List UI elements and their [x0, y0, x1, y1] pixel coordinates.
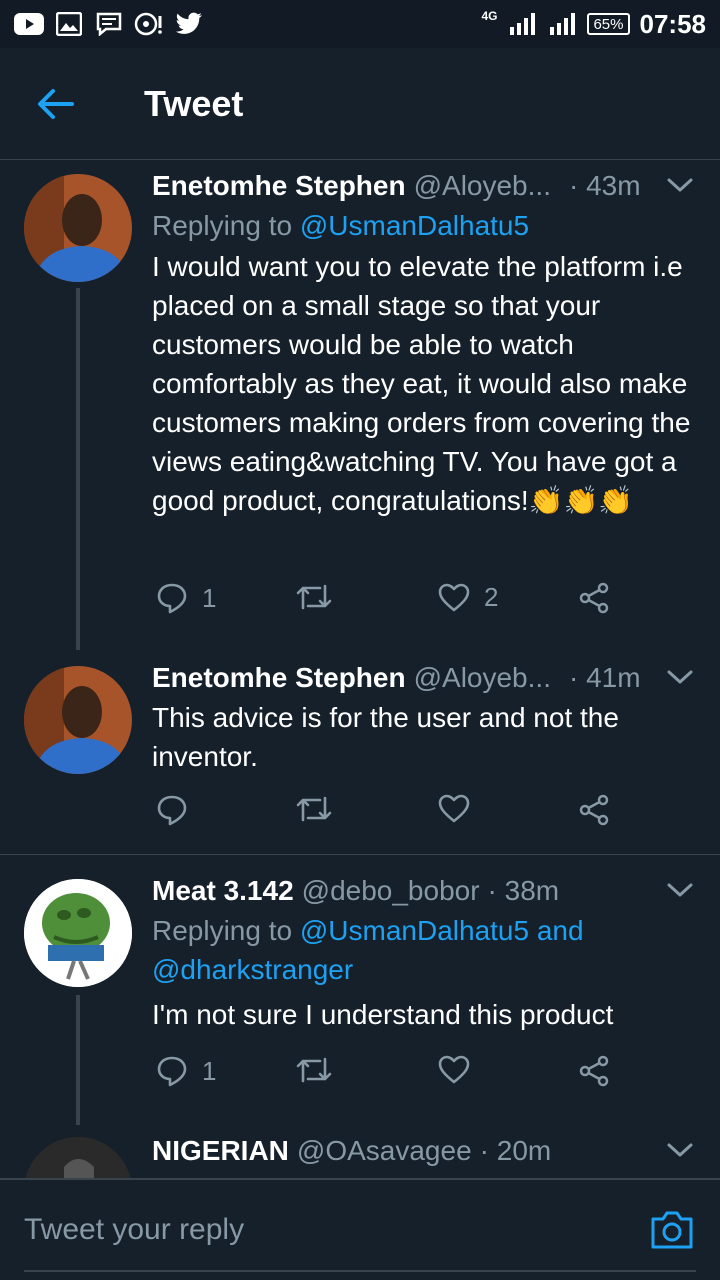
back-button[interactable] [0, 48, 110, 160]
battery-indicator: 65% [587, 13, 630, 35]
reply-icon [157, 1056, 187, 1087]
arrow-left-icon [38, 88, 74, 119]
tweet-body: NIGERIAN @OAsavagee · 20m [152, 1131, 697, 1171]
tweet-time: · 41m [568, 662, 641, 693]
tweet-time: · 20m [479, 1135, 552, 1166]
tweet-body: Enetomhe Stephen @Aloyeb... · 41m This a… [152, 658, 697, 776]
replying-to-label: Replying to [152, 915, 300, 946]
clock: 07:58 [639, 8, 707, 39]
chevron-down-icon[interactable] [663, 170, 697, 200]
twitter-bird-icon [174, 11, 204, 37]
author-name[interactable]: Meat 3.142 [152, 875, 294, 907]
retweet-button[interactable] [296, 1055, 332, 1085]
tweet-header: Enetomhe Stephen @Aloyeb... · 43m [152, 166, 697, 206]
reply-icon [157, 583, 187, 614]
share-icon [579, 1055, 609, 1087]
retweet-icon [296, 584, 332, 610]
camera-button[interactable] [650, 1210, 694, 1250]
reply-count: 1 [202, 1055, 217, 1086]
author-handle[interactable]: @Aloyeb... [414, 662, 551, 694]
author-handle[interactable]: @OAsavagee [297, 1135, 472, 1167]
author-name[interactable]: Enetomhe Stephen [152, 170, 406, 202]
share-button[interactable] [578, 1055, 610, 1087]
replying-to: Replying to @UsmanDalhatu5 and @dharkstr… [152, 911, 697, 989]
share-button[interactable] [578, 582, 610, 614]
retweet-icon [296, 796, 332, 822]
tweet-actions: 1 2 [152, 582, 632, 622]
reply-input-underline [24, 1270, 696, 1272]
author-name[interactable]: NIGERIAN [152, 1135, 289, 1167]
tweet-header: Enetomhe Stephen @Aloyeb... · 41m [152, 658, 697, 698]
tweet[interactable]: NIGERIAN @OAsavagee · 20m [0, 1125, 720, 1178]
tweet-actions: 1 [152, 1055, 632, 1095]
heart-icon [438, 794, 470, 823]
replying-to: Replying to @UsmanDalhatu5 [152, 206, 697, 245]
notification-icons [14, 11, 204, 37]
gallery-icon [54, 11, 84, 37]
vpn-icon [134, 11, 164, 37]
author-name[interactable]: Enetomhe Stephen [152, 662, 406, 694]
app-bar: Tweet [0, 48, 720, 160]
avatar[interactable] [24, 1137, 132, 1178]
camera-icon [651, 1211, 693, 1249]
page-title: Tweet [144, 82, 244, 124]
replying-to-label: Replying to [152, 210, 300, 241]
reply-bar [0, 1178, 720, 1280]
reply-input[interactable] [24, 1180, 624, 1280]
status-bar: 4G 65% 07:58 [0, 0, 720, 48]
author-handle[interactable]: @Aloyeb... [414, 170, 551, 202]
tweet[interactable]: Enetomhe Stephen @Aloyeb... · 43m Replyi… [0, 160, 720, 650]
chevron-down-icon[interactable] [663, 662, 697, 692]
tweet-text: I would want you to elevate the platform… [152, 251, 691, 516]
replying-to-link[interactable]: @UsmanDalhatu5 [300, 210, 529, 241]
share-icon [579, 794, 609, 826]
network-type: 4G [481, 9, 498, 23]
reply-button[interactable]: 1 [156, 1055, 216, 1087]
tweet-header: Meat 3.142 @debo_bobor · 38m [152, 871, 697, 911]
like-button[interactable]: 2 [438, 582, 498, 613]
avatar[interactable] [24, 666, 132, 774]
tweet-actions [152, 794, 632, 834]
reply-button[interactable] [156, 794, 202, 826]
message-icon [94, 11, 124, 37]
tweet-text: This advice is for the user and not the … [152, 702, 619, 772]
reply-button[interactable]: 1 [156, 582, 216, 614]
chevron-down-icon[interactable] [663, 875, 697, 905]
thread-line [76, 995, 80, 1125]
share-button[interactable] [578, 794, 610, 826]
tweet[interactable]: Meat 3.142 @debo_bobor · 38m Replying to… [0, 855, 720, 1125]
tweet-header: NIGERIAN @OAsavagee · 20m [152, 1131, 697, 1171]
like-button[interactable] [438, 794, 484, 824]
reply-count: 1 [202, 582, 217, 613]
retweet-button[interactable] [296, 794, 332, 824]
tweet-text: I'm not sure I understand this product [152, 999, 614, 1030]
chevron-down-icon[interactable] [663, 1135, 697, 1165]
reply-icon [157, 795, 187, 826]
signal-icon [507, 11, 537, 37]
retweet-button[interactable] [296, 582, 332, 612]
thread-line [76, 288, 80, 650]
system-icons: 4G 65% 07:58 [481, 9, 706, 40]
avatar[interactable] [24, 174, 132, 282]
author-handle[interactable]: @debo_bobor [302, 875, 480, 907]
tweet-body: Meat 3.142 @debo_bobor · 38m Replying to… [152, 871, 697, 1034]
tweet-time: · 43m [568, 170, 641, 201]
tweet[interactable]: Enetomhe Stephen @Aloyeb... · 41m This a… [0, 650, 720, 854]
like-button[interactable] [438, 1055, 484, 1085]
retweet-icon [296, 1057, 332, 1083]
youtube-icon [14, 11, 44, 37]
tweet-time: · 38m [487, 875, 560, 906]
share-icon [579, 582, 609, 614]
tweet-body: Enetomhe Stephen @Aloyeb... · 43m Replyi… [152, 166, 697, 520]
avatar[interactable] [24, 879, 132, 987]
like-count: 2 [484, 582, 499, 612]
heart-icon [438, 583, 470, 611]
signal-icon-2 [547, 11, 577, 37]
heart-icon [438, 1055, 470, 1084]
